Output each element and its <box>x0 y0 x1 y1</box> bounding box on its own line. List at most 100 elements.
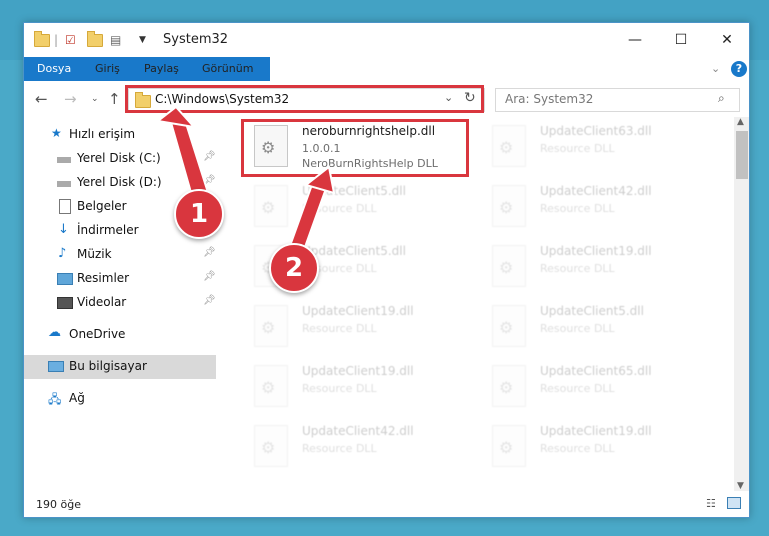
file-description: Resource DLL <box>302 382 377 395</box>
recent-locations-icon[interactable]: ⌄ <box>91 94 99 104</box>
list-item[interactable]: UpdateClient5.dll Resource DLL <box>479 299 699 355</box>
network-icon: 🖧︎ <box>48 392 62 406</box>
details-view-icon[interactable]: ☷ <box>706 497 716 510</box>
title-bar: | ☑ ▤ ▼ System32 — ☐ ✕ <box>24 23 749 57</box>
computer-icon <box>48 361 64 372</box>
minimize-button[interactable]: — <box>612 23 658 57</box>
music-icon: ♪ <box>58 246 67 261</box>
search-icon[interactable]: ⌕ <box>718 91 725 106</box>
pin-icon[interactable]: 📌︎ <box>203 151 216 162</box>
list-item[interactable]: UpdateClient5.dll Resource DLL <box>241 179 461 235</box>
file-name: UpdateClient63.dll <box>540 124 652 138</box>
sidebar-item-label: Resimler <box>77 271 130 285</box>
dll-file-icon <box>254 305 288 347</box>
pictures-icon <box>57 273 73 285</box>
file-name: UpdateClient65.dll <box>540 364 652 378</box>
file-name: UpdateClient19.dll <box>540 244 652 258</box>
ribbon-expand-icon[interactable]: ⌄ <box>711 57 720 81</box>
tab-home[interactable]: Giriş <box>95 57 120 81</box>
list-item[interactable]: UpdateClient42.dll Resource DLL <box>479 179 699 235</box>
sidebar-item-onedrive[interactable]: ☁ OneDrive <box>24 323 216 347</box>
list-item[interactable]: UpdateClient19.dll Resource DLL <box>479 419 699 475</box>
sidebar-item-label: Belgeler <box>77 199 127 213</box>
file-name: UpdateClient5.dll <box>540 304 644 318</box>
close-button[interactable]: ✕ <box>704 23 749 57</box>
sidebar-item-label: Ağ <box>69 391 85 405</box>
list-item[interactable]: UpdateClient42.dll Resource DLL <box>241 419 461 475</box>
file-name: UpdateClient5.dll <box>302 184 406 198</box>
sidebar-item-videos[interactable]: Videolar 📌︎ <box>24 291 216 315</box>
list-item[interactable]: UpdateClient19.dll Resource DLL <box>479 239 699 295</box>
search-placeholder: Ara: System32 <box>505 92 594 106</box>
dll-file-icon <box>492 125 526 167</box>
tab-share[interactable]: Paylaş <box>144 57 179 81</box>
back-button[interactable]: ← <box>35 90 48 108</box>
sidebar-item-label: Hızlı erişim <box>69 127 136 141</box>
help-icon[interactable]: ? <box>731 61 747 77</box>
file-explorer-window: | ☑ ▤ ▼ System32 — ☐ ✕ Dosya Giriş Payla… <box>23 22 750 518</box>
dll-file-icon <box>254 425 288 467</box>
status-bar: 190 öğe ☷ <box>24 491 749 517</box>
quick-access-dropdown-icon[interactable]: ▼ <box>139 31 146 49</box>
scroll-down-icon[interactable]: ▼ <box>737 481 744 491</box>
file-list: neroburnrightshelp.dll 1.0.0.1 NeroBurnR… <box>229 117 734 491</box>
forward-button[interactable]: → <box>64 90 77 108</box>
maximize-button[interactable]: ☐ <box>658 23 704 57</box>
file-name: UpdateClient19.dll <box>540 424 652 438</box>
callout-1: 1 <box>174 189 224 239</box>
dll-file-icon <box>254 365 288 407</box>
file-description: Resource DLL <box>302 322 377 335</box>
callout-2: 2 <box>269 243 319 293</box>
ribbon-tabs: Dosya Giriş Paylaş Görünüm ⌄ ? <box>24 57 749 113</box>
dll-file-icon <box>492 425 526 467</box>
sidebar-item-network[interactable]: 🖧︎ Ağ <box>24 387 216 411</box>
vertical-scrollbar[interactable]: ▲ ▼ <box>734 117 749 491</box>
separator: | <box>54 33 59 47</box>
sidebar-item-label: OneDrive <box>69 327 126 341</box>
pin-icon[interactable]: 📌︎ <box>203 175 216 186</box>
sidebar-item-label: İndirmeler <box>77 223 139 237</box>
file-description: Resource DLL <box>540 322 615 335</box>
up-button[interactable]: ↑ <box>108 90 121 108</box>
file-name: UpdateClient42.dll <box>540 184 652 198</box>
sidebar-item-pictures[interactable]: Resimler 📌︎ <box>24 267 216 291</box>
search-box[interactable]: Ara: System32 ⌕ <box>495 88 740 112</box>
scrollbar-thumb[interactable] <box>736 131 748 179</box>
list-item[interactable]: UpdateClient19.dll Resource DLL <box>241 299 461 355</box>
new-folder-icon[interactable] <box>87 30 103 49</box>
sidebar-item-label: Müzik <box>77 247 112 261</box>
file-description: Resource DLL <box>540 262 615 275</box>
file-highlight-box <box>241 119 469 177</box>
file-description: Resource DLL <box>540 142 615 155</box>
file-name: UpdateClient19.dll <box>302 364 414 378</box>
properties-icon[interactable]: ☑ <box>65 31 76 49</box>
sidebar-item-quick-access[interactable]: ★ Hızlı erişim <box>24 123 216 147</box>
sidebar-item-label: Yerel Disk (D:) <box>77 175 162 189</box>
sidebar-item-this-pc[interactable]: Bu bilgisayar <box>24 355 216 379</box>
address-row: ← → ⌄ ↑ C:\Windows\System32 ⌄ ↻ Ara: Sys… <box>24 81 749 117</box>
dll-file-icon <box>254 185 288 227</box>
file-description: Resource DLL <box>540 382 615 395</box>
sidebar-item-drive-c[interactable]: Yerel Disk (C:) 📌︎ <box>24 147 216 171</box>
list-item[interactable]: UpdateClient65.dll Resource DLL <box>479 359 699 415</box>
file-description: Resource DLL <box>302 442 377 455</box>
video-icon <box>57 297 73 309</box>
folder-icon <box>34 30 50 49</box>
item-count: 190 öğe <box>36 498 81 511</box>
sidebar-item-music[interactable]: ♪ Müzik 📌︎ <box>24 243 216 267</box>
dll-file-icon <box>492 305 526 347</box>
view-icon[interactable]: ▤ <box>110 31 121 49</box>
large-icons-view-icon[interactable] <box>727 497 741 509</box>
star-icon: ★ <box>51 126 62 140</box>
pin-icon[interactable]: 📌︎ <box>203 247 216 258</box>
pin-icon[interactable]: 📌︎ <box>203 271 216 282</box>
pin-icon[interactable]: 📌︎ <box>203 295 216 306</box>
file-name: UpdateClient19.dll <box>302 304 414 318</box>
list-item[interactable]: UpdateClient19.dll Resource DLL <box>241 359 461 415</box>
sidebar-item-label: Videolar <box>77 295 127 309</box>
file-description: Resource DLL <box>540 442 615 455</box>
tab-view[interactable]: Görünüm <box>202 57 253 81</box>
list-item[interactable]: UpdateClient63.dll Resource DLL <box>479 119 699 175</box>
scroll-up-icon[interactable]: ▲ <box>737 117 744 127</box>
navigation-pane: ★ Hızlı erişim Yerel Disk (C:) 📌︎ Yerel … <box>24 117 216 491</box>
